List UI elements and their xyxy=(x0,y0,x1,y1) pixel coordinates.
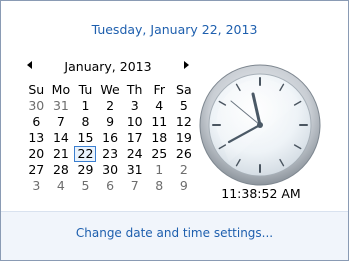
weekday-label: Mo xyxy=(51,82,71,97)
weekday-label: We xyxy=(100,82,120,97)
calendar-day[interactable]: 29 xyxy=(73,162,98,178)
calendar-day[interactable]: 26 xyxy=(172,146,197,162)
weekday-label: Fr xyxy=(153,82,165,97)
calendar-day[interactable]: 31 xyxy=(49,98,74,114)
calendar-day[interactable]: 9 xyxy=(98,114,123,130)
calendar-day[interactable]: 7 xyxy=(122,178,147,194)
calendar-day[interactable]: 27 xyxy=(24,162,49,178)
calendar-day[interactable]: 5 xyxy=(172,98,197,114)
calendar-day[interactable]: 8 xyxy=(147,178,172,194)
next-month-arrow-icon[interactable] xyxy=(184,61,189,69)
calendar-day[interactable]: 17 xyxy=(122,130,147,146)
calendar-day[interactable]: 6 xyxy=(24,114,49,130)
change-date-time-settings-link[interactable]: Change date and time settings... xyxy=(1,226,348,240)
date-time-popup: Tuesday, January 22, 2013 January, 2013 … xyxy=(0,0,349,261)
calendar-day[interactable]: 30 xyxy=(98,162,123,178)
weekday-label: Th xyxy=(126,82,143,97)
today-marker: 22 xyxy=(74,146,97,162)
calendar-week-row: 27 28 29 30 31 1 2 xyxy=(24,162,196,178)
calendar-day[interactable]: 19 xyxy=(172,130,197,146)
calendar-day[interactable]: 11 xyxy=(147,114,172,130)
calendar-week-row: 30 31 1 2 3 4 5 xyxy=(24,98,196,114)
calendar-day[interactable]: 15 xyxy=(73,130,98,146)
weekday-label: Tu xyxy=(78,82,93,97)
calendar-day[interactable]: 31 xyxy=(122,162,147,178)
footer-bar: Change date and time settings... xyxy=(1,211,348,260)
calendar-day[interactable]: 3 xyxy=(24,178,49,194)
calendar-day[interactable]: 5 xyxy=(73,178,98,194)
calendar-week-row: 13 14 15 16 17 18 19 xyxy=(24,130,196,146)
calendar-week-row: 6 7 8 9 10 11 12 xyxy=(24,114,196,130)
calendar-day[interactable]: 1 xyxy=(147,162,172,178)
weekday-header-row: Su Mo Tu We Th Fr Sa xyxy=(24,82,196,98)
weekday-label: Sa xyxy=(176,82,192,97)
month-title[interactable]: January, 2013 xyxy=(27,59,189,74)
calendar-day[interactable]: 8 xyxy=(73,114,98,130)
calendar-day[interactable]: 14 xyxy=(49,130,74,146)
calendar-navigation: January, 2013 xyxy=(27,59,189,75)
calendar-day[interactable]: 2 xyxy=(172,162,197,178)
calendar-day[interactable]: 25 xyxy=(147,146,172,162)
digital-time: 11:38:52 AM xyxy=(221,186,301,201)
calendar-day[interactable]: 9 xyxy=(172,178,197,194)
calendar-day[interactable]: 1 xyxy=(73,98,98,114)
calendar-day[interactable]: 10 xyxy=(122,114,147,130)
calendar-day[interactable]: 18 xyxy=(147,130,172,146)
calendar-day[interactable]: 6 xyxy=(98,178,123,194)
calendar-day[interactable]: 30 xyxy=(24,98,49,114)
calendar-day[interactable]: 16 xyxy=(98,130,123,146)
calendar-day[interactable]: 4 xyxy=(147,98,172,114)
calendar-day-today[interactable]: 22 xyxy=(73,146,98,162)
calendar-day[interactable]: 24 xyxy=(122,146,147,162)
calendar-week-row: 3 4 5 6 7 8 9 xyxy=(24,178,196,194)
full-date-header[interactable]: Tuesday, January 22, 2013 xyxy=(1,22,348,37)
calendar-day[interactable]: 7 xyxy=(49,114,74,130)
weekday-label: Su xyxy=(28,82,45,97)
calendar-day[interactable]: 21 xyxy=(49,146,74,162)
calendar-day[interactable]: 23 xyxy=(98,146,123,162)
calendar-day[interactable]: 2 xyxy=(98,98,123,114)
calendar-day[interactable]: 12 xyxy=(172,114,197,130)
calendar-day[interactable]: 13 xyxy=(24,130,49,146)
calendar-week-row: 20 21 22 23 24 25 26 xyxy=(24,146,196,162)
calendar-day[interactable]: 4 xyxy=(49,178,74,194)
analog-clock-icon xyxy=(199,64,321,186)
calendar-grid: Su Mo Tu We Th Fr Sa 30 31 1 2 3 4 5 6 7 xyxy=(24,82,196,194)
calendar-day[interactable]: 28 xyxy=(49,162,74,178)
calendar-day[interactable]: 3 xyxy=(122,98,147,114)
calendar-day[interactable]: 20 xyxy=(24,146,49,162)
